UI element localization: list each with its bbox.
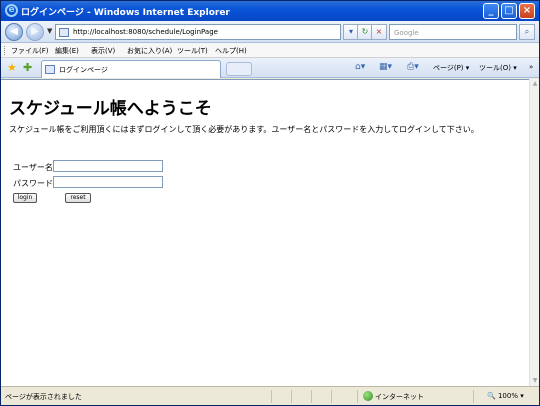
- scroll-up-icon[interactable]: ▲: [530, 79, 540, 89]
- page-icon: [59, 28, 69, 37]
- back-button[interactable]: ◀: [5, 23, 23, 41]
- print-icon[interactable]: ⎙▾: [407, 62, 419, 72]
- search-icon[interactable]: ⌕: [519, 24, 535, 40]
- search-placeholder: Google: [394, 29, 419, 37]
- vertical-scrollbar[interactable]: ▲ ▼: [529, 79, 539, 386]
- browser-window: e ログインページ - Windows Internet Explorer _ …: [0, 0, 540, 406]
- overflow-chevron-icon[interactable]: »: [529, 63, 533, 71]
- internet-zone-icon: [363, 391, 373, 401]
- zoom-level[interactable]: 🔍 100% ▾: [487, 392, 524, 400]
- password-input[interactable]: [53, 176, 163, 188]
- search-input[interactable]: Google: [389, 24, 517, 40]
- tab-page-icon: [45, 65, 55, 74]
- menu-help[interactable]: ヘルプ(H): [215, 46, 247, 56]
- menu-view[interactable]: 表示(V): [91, 46, 115, 56]
- maximize-button[interactable]: □: [501, 3, 517, 19]
- home-icon[interactable]: ⌂▾: [355, 62, 365, 72]
- username-input[interactable]: [53, 160, 163, 172]
- tab-login-page[interactable]: ログインページ: [41, 60, 221, 78]
- status-divider: [271, 390, 272, 403]
- new-tab-button[interactable]: [226, 62, 252, 76]
- security-zone: インターネット: [375, 393, 424, 401]
- intro-text: スケジュール帳をご利用頂くにはまずログインして頂く必要があります。ユーザー名とパ…: [9, 125, 479, 134]
- menu-file[interactable]: ファイル(F): [11, 46, 49, 56]
- scroll-down-icon[interactable]: ▼: [530, 376, 540, 386]
- tools-menu-label: ツール(O): [479, 64, 511, 72]
- status-divider: [473, 390, 474, 403]
- status-divider: [357, 390, 358, 403]
- url-input[interactable]: http://localhost:8080/schedule/LoginPage: [55, 24, 341, 40]
- zoom-value: 100%: [497, 392, 518, 400]
- menu-favorites[interactable]: お気に入り(A): [127, 46, 172, 56]
- status-bar: ページが表示されました インターネット 🔍 100% ▾: [1, 386, 539, 405]
- favorites-star-icon[interactable]: ★: [7, 61, 17, 74]
- reset-button[interactable]: reset: [65, 193, 91, 203]
- tools-menu[interactable]: ツール(O) ▾: [479, 63, 517, 73]
- status-text: ページが表示されました: [5, 393, 82, 401]
- page-content: スケジュール帳へようこそ スケジュール帳をご利用頂くにはまずログインして頂く必要…: [1, 79, 529, 386]
- window-title: ログインページ - Windows Internet Explorer: [21, 8, 230, 18]
- address-bar: ◀ ▶ ▼ http://localhost:8080/schedule/Log…: [1, 21, 539, 43]
- status-divider: [291, 390, 292, 403]
- login-button[interactable]: login: [13, 193, 37, 203]
- feeds-icon[interactable]: ▦▾: [379, 62, 392, 72]
- minimize-button[interactable]: _: [483, 3, 499, 19]
- url-text: http://localhost:8080/schedule/LoginPage: [73, 28, 218, 36]
- add-favorites-icon[interactable]: ✚: [23, 61, 32, 74]
- title-bar: e ログインページ - Windows Internet Explorer _ …: [1, 1, 539, 21]
- username-label: ユーザー名: [13, 163, 53, 172]
- tab-bar: ★ ✚ ログインページ ⌂▾ ▦▾ ⎙▾ ページ(P) ▾ ツール(O) ▾ »: [1, 58, 539, 78]
- history-dropdown-icon[interactable]: ▼: [47, 27, 52, 35]
- tab-label: ログインページ: [59, 66, 108, 74]
- page-menu-label: ページ(P): [433, 64, 464, 72]
- password-label: パスワード: [13, 179, 53, 188]
- forward-button[interactable]: ▶: [26, 23, 44, 41]
- status-divider: [311, 390, 312, 403]
- menu-edit[interactable]: 編集(E): [55, 46, 79, 56]
- page-menu[interactable]: ページ(P) ▾: [433, 63, 469, 73]
- ie-logo-icon: e: [5, 4, 18, 17]
- page-title: スケジュール帳へようこそ: [9, 99, 212, 119]
- menu-bar: ファイル(F) 編集(E) 表示(V) お気に入り(A) ツール(T) ヘルプ(…: [1, 43, 539, 58]
- menu-tools[interactable]: ツール(T): [177, 46, 208, 56]
- close-button[interactable]: ×: [519, 3, 535, 19]
- status-divider: [331, 390, 332, 403]
- toolbar-grip: [4, 46, 6, 55]
- stop-icon[interactable]: ×: [371, 24, 387, 40]
